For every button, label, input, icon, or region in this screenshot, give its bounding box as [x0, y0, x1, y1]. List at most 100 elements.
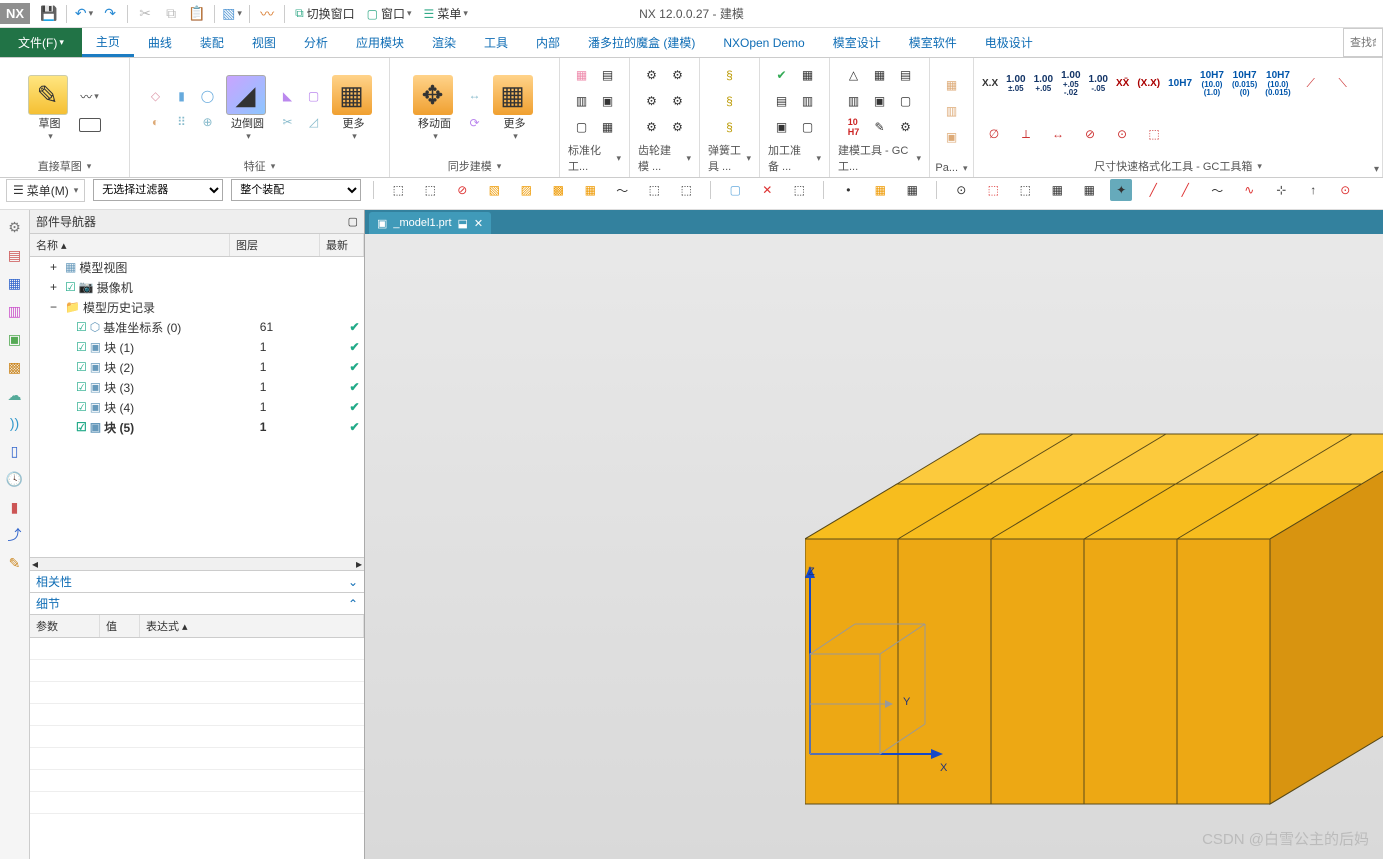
- dim-format-button[interactable]: 10H7: [1168, 79, 1192, 89]
- dim-tool-icon[interactable]: ⟂: [1015, 123, 1037, 145]
- sel-i9[interactable]: ⬚: [675, 179, 697, 201]
- dim-tool-icon[interactable]: ⬚: [1143, 123, 1165, 145]
- window-button[interactable]: ▢窗口▾: [361, 3, 418, 24]
- tree-row[interactable]: ☑▣块 (3)1✔: [30, 377, 364, 397]
- dim-format-button[interactable]: 10H7(10.0)(1.0): [1200, 71, 1224, 97]
- extrude-icon[interactable]: ▮: [171, 85, 193, 107]
- checkbox[interactable]: ☑: [76, 320, 87, 334]
- menu-tab-12[interactable]: 模室软件: [895, 28, 971, 57]
- m6[interactable]: ▢: [797, 116, 819, 138]
- spring2-icon[interactable]: §: [719, 90, 741, 112]
- dim-format-button[interactable]: 10H7(0.015)(0): [1232, 71, 1257, 97]
- rail-i6[interactable]: ☁: [6, 386, 24, 404]
- checkbox[interactable]: ☑: [76, 420, 87, 434]
- tree-row[interactable]: ☑▣块 (4)1✔: [30, 397, 364, 417]
- paste-icon[interactable]: 📋: [187, 4, 207, 24]
- checkbox[interactable]: ☑: [65, 280, 76, 294]
- sp12[interactable]: ↑: [1302, 179, 1324, 201]
- menu-file[interactable]: 文件(F)▾: [0, 28, 82, 57]
- gear-icon[interactable]: ⚙: [641, 64, 663, 86]
- sp5[interactable]: ▦: [1078, 179, 1100, 201]
- delete-icon[interactable]: ✕: [756, 179, 778, 201]
- rect-icon[interactable]: [79, 118, 101, 132]
- sel-i5[interactable]: ▩: [547, 179, 569, 201]
- sp3[interactable]: ⬚: [1014, 179, 1036, 201]
- dependency-section[interactable]: 相关性⌄: [30, 571, 364, 593]
- gear3-icon[interactable]: ⚙: [641, 90, 663, 112]
- filter-combo-1[interactable]: 无选择过滤器: [93, 179, 223, 201]
- gear2-icon[interactable]: ⚙: [667, 64, 689, 86]
- rail-i11[interactable]: ✎: [6, 554, 24, 572]
- sp7[interactable]: ╱: [1142, 179, 1164, 201]
- close-icon[interactable]: ✕: [474, 217, 483, 230]
- menu-tab-11[interactable]: 模室设计: [819, 28, 895, 57]
- sel-i11[interactable]: •: [837, 179, 859, 201]
- move-face-button[interactable]: ✥ 移动面 ▾: [413, 75, 457, 142]
- rail-i3[interactable]: ▥: [6, 302, 24, 320]
- history-tree[interactable]: +▦模型视图+☑📷摄像机−📁模型历史记录☑⬡基准坐标系 (0)61✔☑▣块 (1…: [30, 257, 364, 557]
- sp8[interactable]: ╱: [1174, 179, 1196, 201]
- dim-tool-icon[interactable]: ⊙: [1111, 123, 1133, 145]
- details-section[interactable]: 细节⌃: [30, 593, 364, 615]
- g9[interactable]: ⚙: [895, 116, 917, 138]
- checkbox[interactable]: ☑: [76, 340, 87, 354]
- g2[interactable]: ▦: [869, 64, 891, 86]
- rail-i1[interactable]: ▤: [6, 246, 24, 264]
- m4[interactable]: ▥: [797, 90, 819, 112]
- rail-i9[interactable]: ▮: [6, 498, 24, 516]
- m2[interactable]: ▦: [797, 64, 819, 86]
- redo-icon[interactable]: ↷: [100, 4, 120, 24]
- undo-icon[interactable]: ↶▾: [74, 4, 94, 24]
- menu-m-button[interactable]: ☰ 菜单(M) ▾: [6, 179, 85, 202]
- menu-tab-5[interactable]: 应用模块: [342, 28, 418, 57]
- g4[interactable]: ▥: [843, 90, 865, 112]
- checkbox[interactable]: ☑: [76, 360, 87, 374]
- hscroll[interactable]: ◂▸: [30, 557, 364, 571]
- clock-icon[interactable]: 🕓: [6, 470, 24, 488]
- menu-tab-1[interactable]: 曲线: [134, 28, 186, 57]
- gear-icon[interactable]: ⚙: [6, 218, 24, 236]
- draft-icon[interactable]: ◿: [303, 111, 325, 133]
- menu-tab-9[interactable]: 潘多拉的魔盒 (建模): [574, 28, 709, 57]
- hole-icon[interactable]: ◯: [197, 85, 219, 107]
- g1[interactable]: △: [843, 64, 865, 86]
- sp13[interactable]: ⊙: [1334, 179, 1356, 201]
- col-expr[interactable]: 表达式 ▴: [140, 615, 364, 637]
- edge-blend-button[interactable]: ◢ 边倒圆 ▾: [226, 75, 270, 142]
- switch-window-button[interactable]: ⧉切换窗口: [289, 3, 361, 24]
- cube-icon[interactable]: ▧▾: [222, 4, 242, 24]
- g5[interactable]: ▣: [869, 90, 891, 112]
- m3[interactable]: ▤: [771, 90, 793, 112]
- checkbox[interactable]: ☑: [76, 400, 87, 414]
- spring3-icon[interactable]: §: [719, 116, 741, 138]
- rail-i8[interactable]: ▯: [6, 442, 24, 460]
- g8[interactable]: ✎: [869, 116, 891, 138]
- expand-icon[interactable]: +: [50, 260, 62, 274]
- sp11[interactable]: ⊹: [1270, 179, 1292, 201]
- gear4-icon[interactable]: ⚙: [667, 90, 689, 112]
- menu-tab-6[interactable]: 渲染: [418, 28, 470, 57]
- menu-tab-8[interactable]: 内部: [522, 28, 574, 57]
- csys-triad[interactable]: [795, 564, 945, 784]
- pattern-icon[interactable]: ⠿: [171, 111, 193, 133]
- pin-icon[interactable]: ▢: [348, 215, 358, 228]
- dim-tool-icon[interactable]: ↔: [1047, 123, 1069, 145]
- profile-icon[interactable]: 〰▾: [79, 86, 101, 108]
- file-tab[interactable]: ▣ _model1.prt ⬓ ✕: [369, 212, 491, 234]
- p3[interactable]: ▣: [941, 126, 963, 148]
- sel-i1[interactable]: ⬚: [387, 179, 409, 201]
- dim-format-button[interactable]: X.X: [982, 79, 998, 89]
- gear6-icon[interactable]: ⚙: [667, 116, 689, 138]
- rail-i4[interactable]: ▣: [6, 330, 24, 348]
- i5[interactable]: ▢: [571, 116, 593, 138]
- rail-i2[interactable]: ▦: [6, 274, 24, 292]
- cut-icon[interactable]: ✂: [135, 4, 155, 24]
- p2[interactable]: ▥: [941, 100, 963, 122]
- dim-tool-icon[interactable]: ∅: [983, 123, 1005, 145]
- sync-more-button[interactable]: ▦ 更多 ▾: [493, 75, 537, 142]
- sel-i3[interactable]: ▧: [483, 179, 505, 201]
- chamfer-icon[interactable]: ◣: [277, 85, 299, 107]
- dim-format-button[interactable]: 10H7(10.0)(0.015): [1265, 71, 1290, 97]
- i6[interactable]: ▦: [597, 116, 619, 138]
- i2[interactable]: ▤: [597, 64, 619, 86]
